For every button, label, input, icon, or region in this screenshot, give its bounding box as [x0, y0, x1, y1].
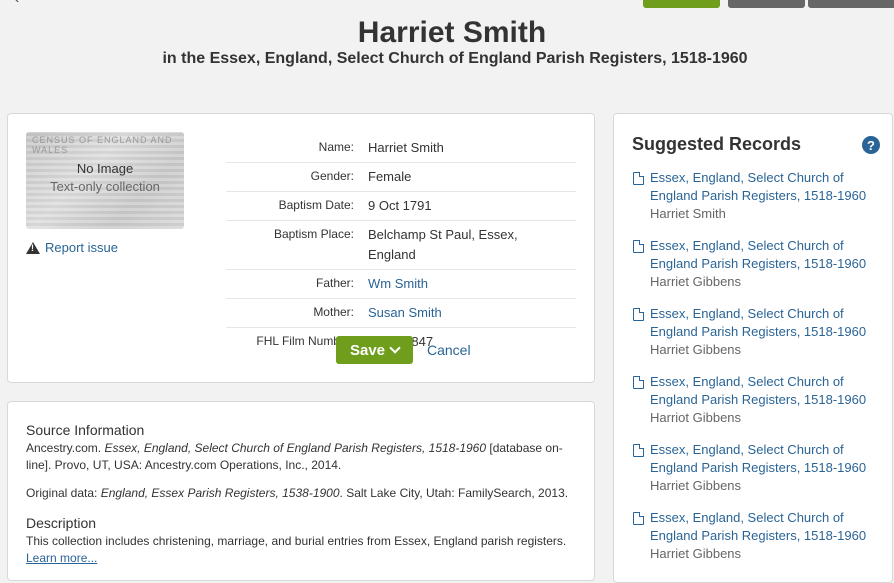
record-image-thumbnail[interactable]: CENSUS OF ENGLAND AND WALES No Image Tex… — [26, 132, 184, 229]
suggested-record-name: Harriet Gibbens — [650, 546, 742, 561]
source-heading: Source Information — [26, 422, 145, 438]
suggested-records-card: Suggested Records ? Essex, England, Sele… — [613, 113, 893, 583]
suggested-record-link[interactable]: Essex, England, Select Church of England… — [650, 305, 882, 341]
document-icon — [633, 512, 644, 525]
father-link[interactable]: Wm Smith — [368, 274, 576, 294]
suggested-records-list: Essex, England, Select Church of England… — [632, 169, 882, 577]
list-item: Essex, England, Select Church of England… — [632, 441, 882, 509]
suggested-record-link[interactable]: Essex, England, Select Church of England… — [650, 509, 882, 545]
save-button[interactable]: Save — [336, 336, 413, 364]
help-icon[interactable]: ? — [862, 136, 880, 154]
list-item: Essex, England, Select Church of England… — [632, 509, 882, 577]
source-card: Source Information Ancestry.com. Essex, … — [7, 401, 595, 581]
fact-row-gender: Gender: Female — [226, 163, 576, 192]
fact-label: Father: — [315, 276, 354, 290]
mother-link[interactable]: Susan Smith — [368, 303, 576, 323]
fact-label: Name: — [318, 140, 354, 154]
record-facts: Name: Harriet Smith Gender: Female Bapti… — [226, 134, 576, 356]
original-data-citation: Original data: England, Essex Parish Reg… — [26, 486, 569, 500]
suggested-record-name: Harriot Gibbens — [650, 410, 742, 425]
fact-row-mother: Mother: Susan Smith — [226, 299, 576, 328]
fact-value: Belchamp St Paul, Essex, England — [368, 227, 518, 262]
fact-label: Mother: — [313, 305, 354, 319]
description-heading: Description — [26, 515, 97, 531]
save-button-label: Save — [349, 341, 386, 359]
document-icon — [633, 444, 644, 457]
thumbnail-background-text: CENSUS OF ENGLAND AND WALES — [32, 135, 173, 155]
document-icon — [633, 308, 644, 321]
suggested-record-name: Harriet Smith — [650, 206, 726, 221]
suggested-record-name: Harriet Gibbens — [650, 342, 742, 357]
fact-row-baptism-date: Baptism Date: 9 Oct 1791 — [226, 192, 576, 221]
suggested-record-name: Harriet Gibbens — [650, 274, 742, 289]
list-item: Essex, England, Select Church of England… — [632, 373, 882, 441]
suggested-records-heading: Suggested Records — [632, 134, 802, 154]
cancel-link[interactable]: Cancel — [427, 342, 471, 358]
page-subtitle: in the Essex, England, Select Church of … — [162, 50, 748, 67]
top-action-button-tertiary[interactable] — [808, 0, 894, 8]
page-title: Harriet Smith — [357, 16, 547, 49]
report-issue-label: Report issue — [45, 240, 118, 255]
fact-row-baptism-place: Baptism Place: Belchamp St Paul, Essex, … — [226, 221, 576, 270]
top-action-button-primary[interactable] — [643, 0, 720, 8]
fact-label: Baptism Place: — [273, 227, 354, 241]
fact-value: 9 Oct 1791 — [368, 198, 432, 213]
list-item: Essex, England, Select Church of England… — [632, 169, 882, 237]
fact-label: Baptism Date: — [278, 198, 354, 212]
record-card: CENSUS OF ENGLAND AND WALES No Image Tex… — [7, 113, 595, 383]
document-icon — [633, 240, 644, 253]
suggested-record-name: Harriet Gibbens — [650, 478, 742, 493]
learn-more-link[interactable]: Learn more... — [26, 551, 97, 565]
suggested-record-link[interactable]: Essex, England, Select Church of England… — [650, 441, 882, 477]
back-arrow-icon[interactable]: ‹ — [14, 0, 19, 8]
suggested-record-link[interactable]: Essex, England, Select Church of England… — [650, 237, 882, 273]
chevron-down-icon — [389, 342, 401, 354]
suggested-record-link[interactable]: Essex, England, Select Church of England… — [650, 169, 882, 205]
fact-label: Gender: — [310, 169, 354, 183]
suggested-record-link[interactable]: Essex, England, Select Church of England… — [650, 373, 882, 409]
source-citation: Ancestry.com. Essex, England, Select Chu… — [26, 441, 563, 472]
fact-value: Female — [368, 169, 412, 184]
no-image-label: No Image — [76, 161, 134, 176]
top-action-button-secondary[interactable] — [728, 0, 805, 8]
report-issue-link[interactable]: Report issue — [26, 240, 118, 255]
description-text: This collection includes christening, ma… — [26, 534, 567, 548]
fact-value: Harriet Smith — [368, 140, 444, 155]
list-item: Essex, England, Select Church of England… — [632, 305, 882, 373]
document-icon — [633, 172, 644, 185]
fact-row-name: Name: Harriet Smith — [226, 134, 576, 163]
list-item: Essex, England, Select Church of England… — [632, 237, 882, 305]
text-only-label: Text-only collection — [50, 179, 160, 194]
document-icon — [633, 376, 644, 389]
warning-icon — [26, 241, 40, 254]
fact-row-father: Father: Wm Smith — [226, 270, 576, 299]
